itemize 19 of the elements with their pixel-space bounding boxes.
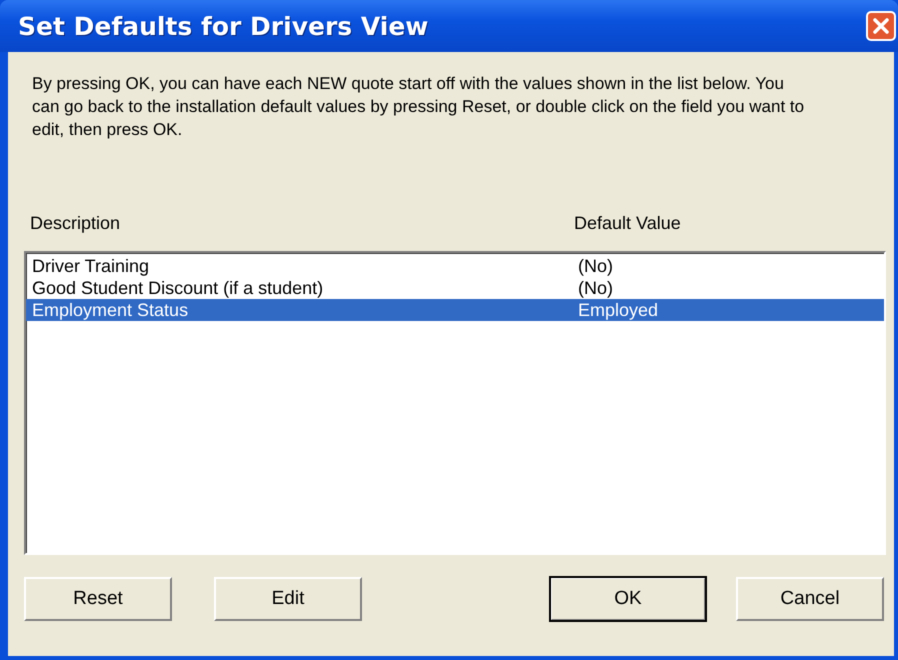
column-header: Description [29, 213, 122, 234]
value-cell-text: (No) [577, 256, 613, 276]
instruction-text: By pressing OK, you can have each NEW quote start off with the values shown in the list below. You can go back to the installation default values by pressing Reset, or double click on the field you want to edit, then press OK. [32, 73, 806, 141]
list-row[interactable]: Driver Training (No) [26, 255, 884, 277]
description-cell-text: Employment Status [31, 300, 190, 320]
description-cell-text: Driver Training [31, 256, 150, 276]
dialog-button[interactable]: Edit [214, 577, 362, 621]
value-cell-text: Employed [577, 300, 658, 320]
close-icon[interactable] [866, 11, 896, 41]
value-cell-text: (No) [577, 278, 613, 298]
column-header: Default Value [573, 213, 681, 234]
window-title: Set Defaults for Drivers View [18, 12, 428, 40]
list-row[interactable]: Good Student Discount (if a student) (No) [26, 277, 884, 299]
defaults-list[interactable]: Driver Training (No) Good Student Discount (if a student) (No) Employment Status Employed [24, 251, 886, 555]
description-cell-text: Good Student Discount (if a student) [31, 278, 324, 298]
dialog-button[interactable]: Cancel [736, 577, 884, 621]
dialog-button[interactable]: Reset [24, 577, 172, 621]
list-row[interactable]: Employment Status Employed [26, 299, 884, 321]
dialog-button[interactable]: OK [550, 577, 706, 621]
